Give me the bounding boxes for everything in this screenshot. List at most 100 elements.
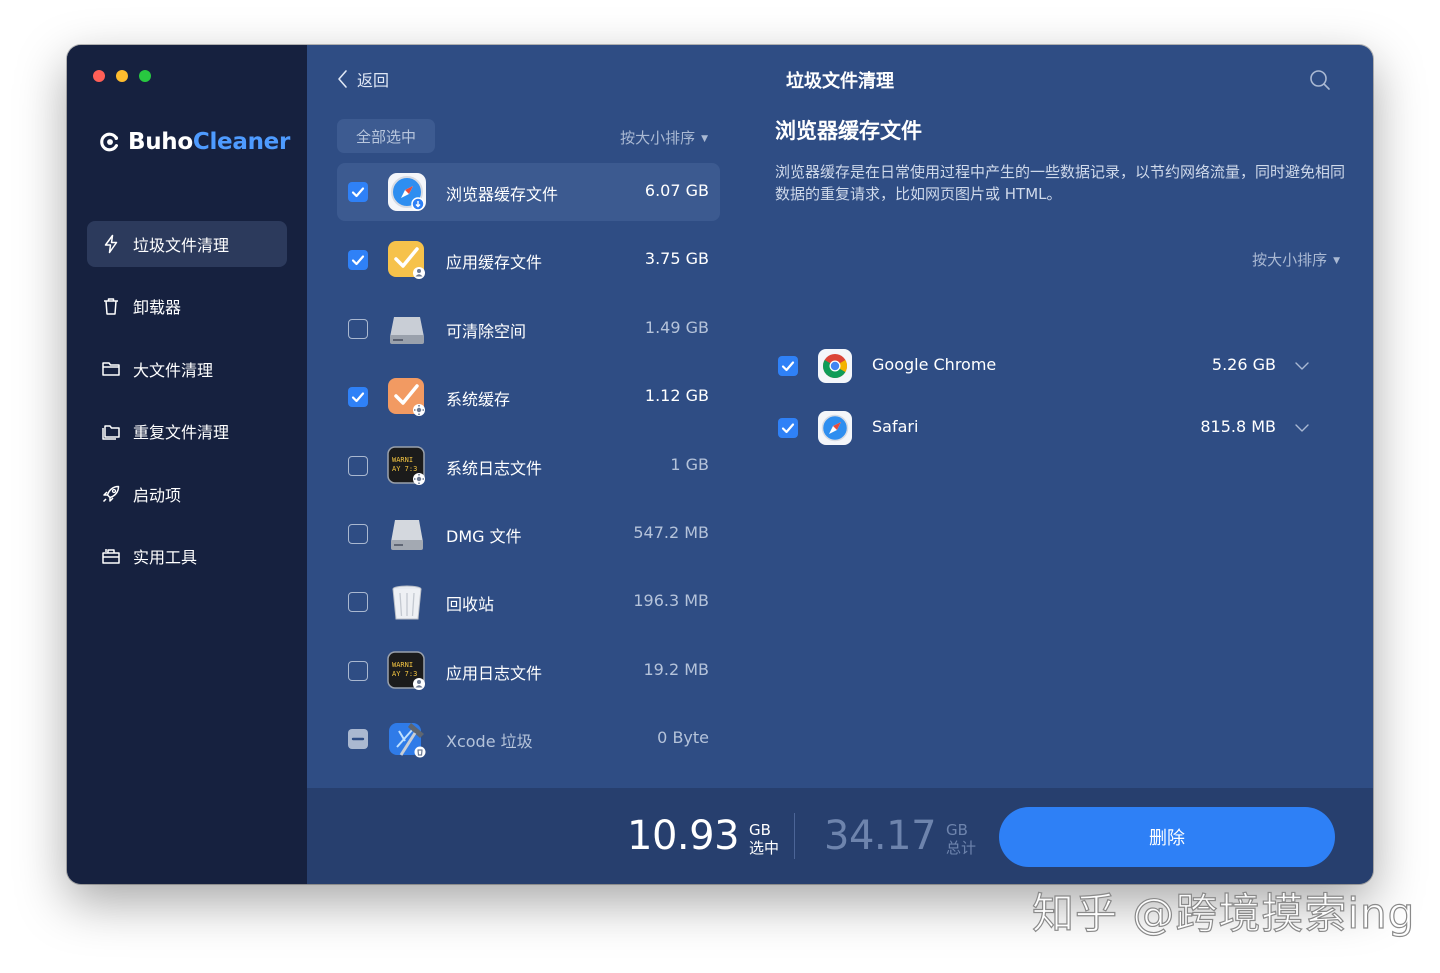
list-item[interactable]: Xcode 垃圾 0 Byte [337, 710, 720, 768]
list-item[interactable]: WARNI AY 7:3 应用日志文件 19.2 MB [337, 642, 720, 700]
item-name: 系统缓存 [446, 390, 511, 410]
brand-logo: BuhoCleaner [99, 129, 290, 155]
sidebar-item-junk-cleaner[interactable]: 垃圾文件清理 [87, 221, 287, 267]
detail-sort-dropdown[interactable]: 按大小排序 ▼ [1252, 249, 1340, 270]
item-name: 应用缓存文件 [446, 253, 543, 273]
total-caption: 总计 [946, 839, 977, 857]
selected-caption: 选中 [749, 839, 780, 857]
sidebar: BuhoCleaner 垃圾文件清理 卸载器 大文件清理 重复文件清理 启动项 [67, 45, 307, 884]
overall-total: 34.17 GB 总计 [824, 815, 976, 857]
junk-category-list: 浏览器缓存文件 6.07 GB 应用缓存文件 3.75 GB 可清除空间 1.4… [337, 163, 720, 779]
checkbox-disabled [348, 729, 368, 750]
item-name: 系统日志文件 [446, 458, 543, 478]
checkbox[interactable] [348, 523, 368, 544]
sort-dropdown[interactable]: 按大小排序 ▼ [620, 127, 708, 148]
sidebar-item-startup[interactable]: 启动项 [87, 471, 287, 517]
system-cache-icon [388, 378, 425, 417]
safari-icon [818, 411, 852, 445]
checkbox[interactable] [348, 592, 368, 613]
list-item[interactable]: 应用缓存文件 3.75 GB [337, 231, 720, 289]
list-header: 全部选中 按大小排序 ▼ [337, 119, 720, 153]
checkbox[interactable] [348, 182, 368, 202]
total-value: 34.17 [824, 813, 937, 859]
search-icon[interactable] [1309, 69, 1331, 91]
safari-download-icon [388, 173, 426, 211]
list-item[interactable]: 系统缓存 1.12 GB [337, 368, 720, 426]
page-title: 垃圾文件清理 [786, 71, 894, 92]
list-item[interactable]: WARNI AY 7:3 系统日志文件 1 GB [337, 437, 720, 495]
total-unit-block: GB 总计 [946, 821, 976, 857]
selected-total: 10.93 GB 选中 [627, 815, 779, 857]
sidebar-item-label: 实用工具 [133, 547, 198, 567]
caret-down-icon: ▼ [701, 134, 708, 144]
app-window: BuhoCleaner 垃圾文件清理 卸载器 大文件清理 重复文件清理 启动项 [67, 45, 1373, 884]
list-item[interactable]: 浏览器缓存文件 6.07 GB [337, 163, 720, 221]
window-controls [93, 70, 151, 82]
item-size: 1.49 GB [644, 317, 709, 337]
folder-icon [102, 362, 120, 376]
minimize-window-button[interactable] [116, 70, 128, 82]
duplicate-folder-icon [102, 425, 120, 440]
selected-unit: GB [749, 821, 771, 839]
chevron-down-icon[interactable] [1295, 421, 1309, 435]
detail-title: 浏览器缓存文件 [775, 119, 922, 143]
item-name: Xcode 垃圾 [446, 732, 533, 752]
watermark-text: 知乎 @跨境摸索ing [1031, 888, 1416, 938]
item-size: 19.2 MB [643, 659, 710, 679]
trash-icon [104, 298, 118, 316]
svg-text:AY 7:3: AY 7:3 [392, 670, 417, 678]
total-unit: GB [946, 821, 968, 839]
sidebar-item-duplicates[interactable]: 重复文件清理 [87, 408, 287, 454]
lightning-icon [104, 234, 118, 254]
footer-bar: 10.93 GB 选中 34.17 GB 总计 删除 [307, 788, 1373, 884]
list-item[interactable]: DMG 文件 547.2 MB [337, 505, 720, 563]
selected-value: 10.93 [627, 813, 740, 859]
svg-text:AY 7:3: AY 7:3 [392, 465, 417, 473]
checkbox[interactable] [348, 660, 368, 681]
checkbox[interactable] [348, 387, 368, 408]
sidebar-item-tools[interactable]: 实用工具 [87, 533, 287, 579]
brand-name: BuhoCleaner [128, 129, 290, 155]
detail-item-chrome[interactable]: Google Chrome 5.26 GB [775, 344, 1335, 388]
item-size: 1.12 GB [644, 386, 709, 406]
list-item[interactable]: 可清除空间 1.49 GB [337, 300, 720, 358]
list-item[interactable]: 回收站 196.3 MB [337, 573, 720, 631]
zoom-window-button[interactable] [139, 70, 151, 82]
item-size: 0 Byte [657, 728, 709, 748]
sidebar-item-label: 垃圾文件清理 [133, 236, 230, 255]
select-all-button[interactable]: 全部选中 [337, 119, 435, 153]
caret-down-icon: ▼ [1333, 256, 1340, 266]
item-name: 可清除空间 [446, 321, 527, 341]
close-window-button[interactable] [93, 70, 105, 82]
checkbox[interactable] [348, 250, 368, 271]
sidebar-item-label: 启动项 [133, 485, 182, 505]
checkbox[interactable] [778, 418, 798, 438]
main-panel: 返回 垃圾文件清理 全部选中 按大小排序 ▼ 浏览器缓存文件 6.07 GB 应… [307, 45, 1373, 884]
divider [794, 813, 795, 859]
svg-text:WARNI: WARNI [392, 456, 413, 464]
sidebar-item-large-files[interactable]: 大文件清理 [87, 346, 287, 392]
delete-button[interactable]: 删除 [999, 807, 1335, 867]
checkbox[interactable] [778, 356, 798, 376]
chevron-down-icon[interactable] [1295, 359, 1309, 373]
svg-text:WARNI: WARNI [392, 661, 413, 669]
checkbox[interactable] [348, 318, 368, 339]
rocket-icon [102, 485, 120, 502]
detail-item-name: Google Chrome [872, 355, 997, 374]
console-user-icon: WARNI AY 7:3 [387, 650, 425, 690]
detail-description: 浏览器缓存是在日常使用过程中产生的一些数据记录，以节约网络流量，同时避免相同数据… [775, 163, 1346, 203]
sidebar-item-uninstaller[interactable]: 卸载器 [87, 283, 287, 329]
item-name: 应用日志文件 [446, 663, 543, 683]
sidebar-item-label: 重复文件清理 [133, 423, 230, 443]
sort-label: 按大小排序 [1252, 251, 1328, 269]
brand-name-suffix: Cleaner [192, 129, 290, 155]
checkbox[interactable] [348, 455, 368, 476]
xcode-icon [389, 723, 426, 758]
disk-drive-icon [390, 316, 424, 344]
item-size: 547.2 MB [633, 522, 709, 542]
detail-item-size: 815.8 MB [1200, 417, 1276, 436]
detail-item-safari[interactable]: Safari 815.8 MB [775, 406, 1335, 450]
item-size: 1 GB [670, 454, 709, 474]
selected-unit-block: GB 选中 [749, 821, 779, 857]
item-size: 6.07 GB [644, 181, 709, 200]
